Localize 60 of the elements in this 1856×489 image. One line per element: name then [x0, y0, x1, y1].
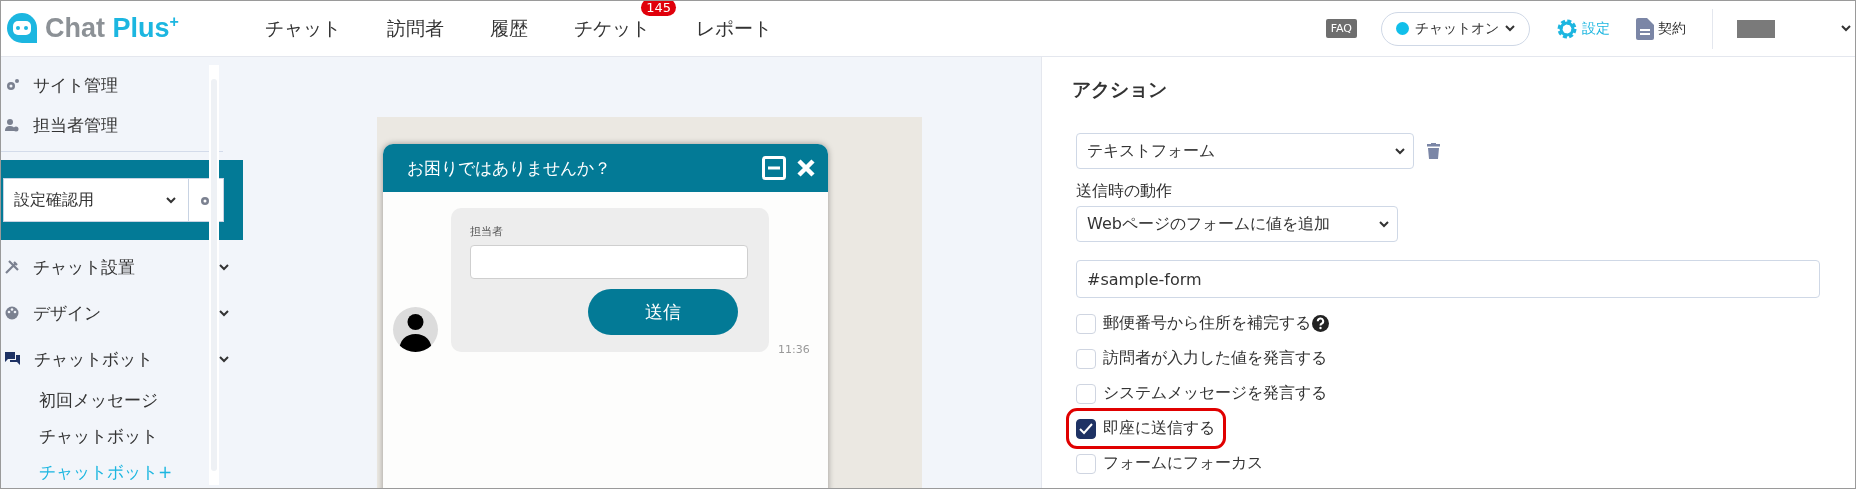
- avatar-icon: [393, 307, 438, 352]
- count-badge: 145: [641, 1, 676, 16]
- contract-link[interactable]: 契約: [1636, 17, 1686, 40]
- document-icon: [1636, 17, 1654, 40]
- user-gear-icon: [5, 118, 19, 132]
- nav-link[interactable]: 訪問者: [387, 16, 444, 39]
- chat-widget-title: お困りではありませんか？: [407, 156, 612, 180]
- section-heading: アクション: [1072, 77, 1167, 102]
- checkbox-option[interactable]: フォームにフォーカス: [1076, 446, 1268, 481]
- checkbox[interactable]: [1076, 418, 1096, 439]
- gears-icon: [5, 78, 19, 92]
- sidebar-section[interactable]: デザイン: [1, 290, 229, 336]
- send-button[interactable]: 送信: [588, 289, 738, 335]
- site-select[interactable]: 設定確認用: [3, 178, 224, 222]
- chevron-down-icon: [219, 309, 229, 317]
- logo-text: Chat Plus$^{+}$: [45, 13, 179, 44]
- field-label: 担当者: [470, 224, 504, 239]
- chevron-down-icon: [166, 196, 176, 204]
- minimize-icon[interactable]: [762, 156, 786, 180]
- checkbox-option[interactable]: 即座に送信する: [1069, 411, 1223, 446]
- help-icon[interactable]: [1312, 315, 1329, 332]
- trash-icon[interactable]: [1427, 143, 1440, 159]
- sidebar-subitem[interactable]: 初回メッセージ: [1, 382, 239, 418]
- option-label: 訪問者が入力した値を発言する: [1103, 348, 1327, 369]
- checkbox-option[interactable]: 郵便番号から住所を補完する: [1076, 306, 1334, 341]
- option-label: 郵便番号から住所を補完する: [1103, 313, 1311, 334]
- palette-icon: [5, 306, 19, 320]
- chat-bubbles-icon: [5, 352, 20, 366]
- action-type-select[interactable]: テキストフォーム: [1076, 133, 1414, 169]
- chevron-down-icon: [219, 263, 229, 271]
- input-field[interactable]: [470, 245, 748, 279]
- submit-action-select[interactable]: Webページのフォームに値を追加: [1076, 206, 1398, 242]
- option-label: 即座に送信する: [1103, 418, 1215, 439]
- close-icon[interactable]: [796, 158, 816, 178]
- faq-button[interactable]: FAQ: [1325, 19, 1357, 38]
- option-label: フォームにフォーカス: [1103, 453, 1263, 474]
- tools-icon: [5, 260, 19, 274]
- checkbox-option[interactable]: システムメッセージを発言する: [1076, 376, 1332, 411]
- sidebar-item[interactable]: 担当者管理: [1, 105, 229, 145]
- sidebar-subitem[interactable]: チャットボット: [1, 418, 239, 454]
- chevron-down-icon: [1395, 147, 1405, 155]
- settings-icon: [1556, 17, 1578, 40]
- nav-link[interactable]: 履歴: [490, 16, 528, 39]
- chevron-down-icon: [1379, 220, 1389, 228]
- chevron-down-icon: [1505, 25, 1515, 32]
- chevron-down-icon: [219, 355, 229, 363]
- chat-status-dropdown[interactable]: チャットオン: [1381, 11, 1530, 46]
- checkbox-option[interactable]: 訪問者が入力した値を発言する: [1076, 341, 1332, 376]
- selector-input-field[interactable]: #sample-form: [1076, 260, 1820, 298]
- sidebar-item[interactable]: サイト管理: [1, 65, 229, 105]
- redacted-block: [1737, 19, 1775, 38]
- message-time: 11:36: [778, 343, 810, 356]
- nav-link[interactable]: レポート: [696, 16, 772, 39]
- nav-link[interactable]: チケット: [574, 16, 650, 39]
- nav-link[interactable]: チャット: [265, 16, 341, 39]
- sidebar-section[interactable]: チャットボット: [1, 336, 229, 382]
- field-label: 送信時の動作: [1076, 181, 1172, 202]
- chevron-down-icon[interactable]: [1841, 25, 1851, 32]
- option-label: システムメッセージを発言する: [1103, 383, 1327, 404]
- sidebar-section[interactable]: チャット設置: [1, 244, 229, 290]
